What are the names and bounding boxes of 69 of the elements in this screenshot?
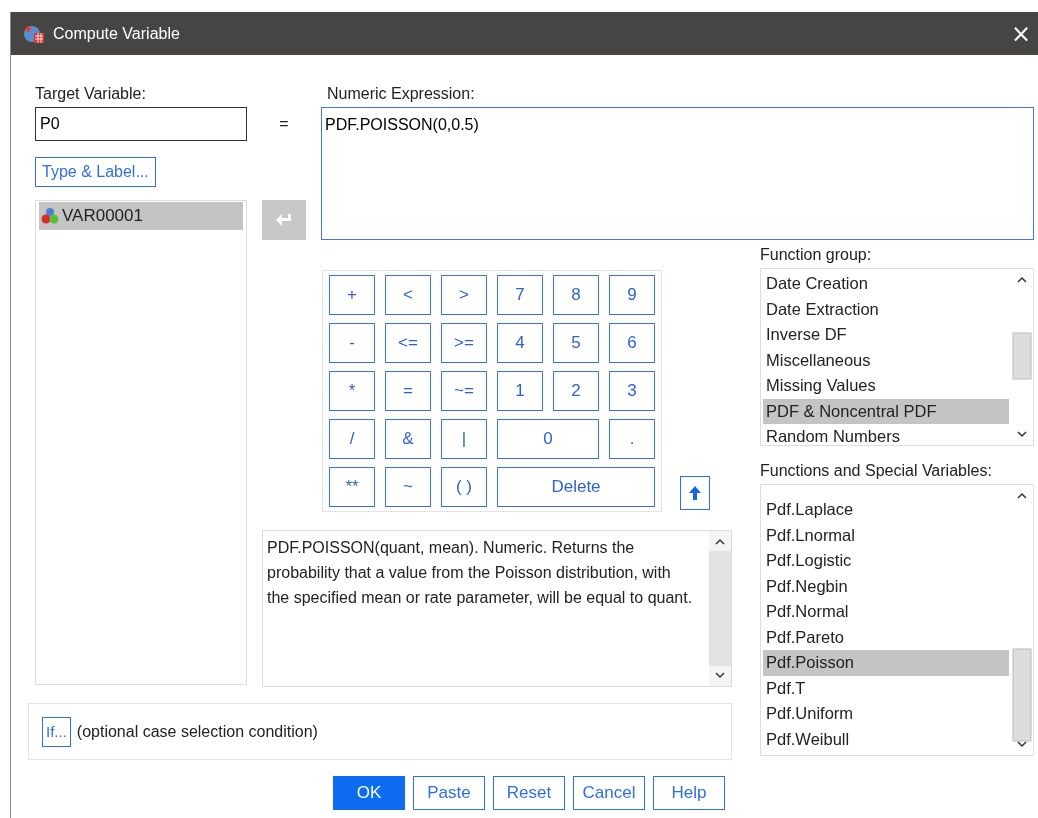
numeric-expression-field[interactable]: PDF.POISSON(0,0.5) [321, 107, 1034, 240]
dialog-button[interactable]: Reset [493, 776, 565, 810]
keypad-key[interactable]: 7 [497, 275, 543, 315]
function-group-item[interactable]: Miscellaneous [763, 347, 1009, 373]
keypad-key[interactable]: | [441, 419, 487, 459]
move-button[interactable] [262, 200, 306, 240]
keypad-key[interactable]: 6 [609, 323, 655, 363]
function-group-item[interactable]: Date Extraction [763, 296, 1009, 322]
dialog-button[interactable]: Help [653, 776, 725, 810]
scrollbar[interactable] [709, 531, 731, 686]
function-item[interactable]: Pdf.Logistic [763, 548, 1009, 574]
target-variable-label: Target Variable: [35, 85, 147, 103]
function-group-item[interactable]: Date Creation [763, 271, 1009, 297]
window-title: Compute Variable [53, 24, 181, 43]
function-item[interactable]: Pdf.Negbin [763, 573, 1009, 599]
keypad-key[interactable]: . [609, 419, 655, 459]
numeric-expression-label: Numeric Expression: [326, 85, 476, 103]
keypad-key[interactable]: 5 [553, 323, 599, 363]
arrow-left-icon [275, 213, 293, 227]
function-item[interactable]: Pdf.Poisson [763, 650, 1009, 676]
variable-item[interactable]: VAR00001 [39, 202, 243, 230]
keypad-key[interactable]: = [385, 371, 431, 411]
function-item[interactable]: Pdf.Weibull [763, 726, 1009, 752]
function-group-label: Function group: [760, 246, 872, 264]
arrow-up-icon [689, 486, 701, 500]
keypad-key[interactable]: >= [441, 323, 487, 363]
ok-button[interactable]: OK [333, 776, 405, 810]
dialog-button[interactable]: Cancel [573, 776, 645, 810]
close-button[interactable]: × [1006, 19, 1036, 48]
functions-label: Functions and Special Variables: [760, 462, 992, 480]
keypad-key[interactable]: ** [329, 467, 375, 507]
keypad-key[interactable]: 0 [497, 419, 599, 459]
keypad-key[interactable]: 8 [553, 275, 599, 315]
keypad-key[interactable]: 1 [497, 371, 543, 411]
function-description: PDF.POISSON(quant, mean). Numeric. Returns the probability that a value from the Poisson distribution, with the specified mean or rate parameter, will be equal to quant. [266, 538, 694, 608]
target-variable-field[interactable]: P0 [35, 107, 247, 141]
function-item[interactable]: Pdf.Uniform [763, 701, 1009, 727]
keypad-key[interactable]: Delete [497, 467, 655, 507]
function-group-item[interactable]: Random Numbers [763, 424, 1009, 445]
if-button[interactable]: If... [42, 716, 71, 747]
equals-sign: = [278, 115, 290, 133]
keypad-key[interactable]: ~ [385, 467, 431, 507]
keypad-key[interactable]: 2 [553, 371, 599, 411]
keypad-key[interactable]: 4 [497, 323, 543, 363]
keypad-key[interactable]: > [441, 275, 487, 315]
function-group-item[interactable]: Inverse DF [763, 322, 1009, 348]
keypad-key[interactable]: < [385, 275, 431, 315]
type-label-button[interactable]: Type & Label... [35, 157, 156, 187]
keypad-key[interactable]: / [329, 419, 375, 459]
function-item[interactable]: Pdf.Normal [763, 599, 1009, 625]
function-group-item[interactable]: PDF & Noncentral PDF [763, 398, 1009, 424]
if-condition-text: (optional case selection condition) [76, 722, 318, 741]
keypad-key[interactable]: - [329, 323, 375, 363]
keypad-key[interactable]: <= [385, 323, 431, 363]
variable-icon [41, 207, 59, 225]
function-item[interactable]: Pdf.Lnormal [763, 522, 1009, 548]
function-group-item[interactable]: Missing Values [763, 373, 1009, 399]
dialog-button[interactable]: Paste [413, 776, 485, 810]
up-button[interactable] [680, 476, 710, 510]
keypad-key[interactable]: * [329, 371, 375, 411]
function-item[interactable]: Pdf.Laplace [763, 497, 1009, 523]
keypad-key[interactable]: ( ) [441, 467, 487, 507]
keypad-key[interactable]: 3 [609, 371, 655, 411]
function-item[interactable]: Pdf.Pareto [763, 624, 1009, 650]
function-item[interactable]: Pdf.T [763, 675, 1009, 701]
keypad-key[interactable]: + [329, 275, 375, 315]
keypad-key[interactable]: ~= [441, 371, 487, 411]
keypad-key[interactable]: 9 [609, 275, 655, 315]
keypad-key[interactable]: & [385, 419, 431, 459]
